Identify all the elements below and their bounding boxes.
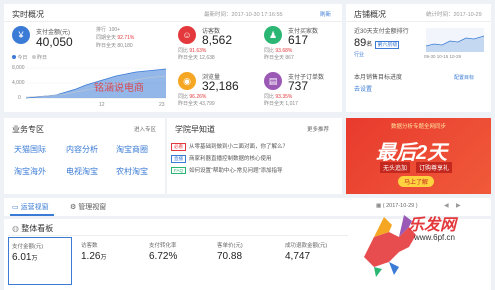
- active-tab-indicator: [10, 214, 54, 216]
- business-taobao-overseas[interactable]: 淘宝海外: [14, 166, 46, 177]
- buyers-r2: 昨日全天 867: [264, 55, 294, 61]
- date-prev-button[interactable]: ◀: [444, 202, 449, 209]
- pay-amount-all-day: 昨日全天 80,180: [96, 43, 133, 49]
- pay-amount-value: 40,050: [36, 35, 73, 49]
- metric-visitors[interactable]: 访客数 1.26万: [78, 237, 142, 285]
- business-title: 业务专区: [12, 125, 44, 134]
- eye-icon: ◉: [178, 72, 196, 90]
- sales-setup-link[interactable]: 去设置: [354, 86, 372, 94]
- orders-value: 737: [288, 79, 309, 93]
- info-icon: ◍: [12, 224, 19, 233]
- date-next-button[interactable]: ▶: [456, 202, 461, 209]
- overview-card: ◍ 整体看板 支付金额(元) 6.01万 访客数 1.26万 支付转化率 6.7…: [4, 215, 491, 290]
- rank-trend-chart: [426, 28, 484, 52]
- rank-title: 近30天支付金额排行: [354, 29, 409, 35]
- monitor-icon: ▭: [12, 204, 19, 211]
- rank-range: 09-30 10-15 10-29: [424, 54, 462, 59]
- chart-tick-23: 23: [159, 102, 165, 108]
- divider: [8, 235, 348, 236]
- tab-service-view[interactable]: ⚙ 管理视窗: [70, 202, 106, 212]
- tab-ops-view[interactable]: ▭ 运营视窗: [12, 202, 49, 212]
- learn-item-live[interactable]: 直播 商家利器直播控制数据的核心使用: [171, 154, 272, 163]
- sales-title: 本月销售目标进度: [354, 75, 403, 81]
- business-card: 业务专区 进入专区 天猫国际 内容分析 淘宝商圈 淘宝海外 电视淘宝 农村淘宝: [4, 118, 165, 194]
- business-taobao-district[interactable]: 淘宝商圈: [116, 144, 148, 155]
- realtime-card: 实时概况 最新时间：2017-10-30 17:16:55 刷新 ¥ 支付金额(…: [4, 4, 342, 112]
- chart-tick-0: 0: [18, 95, 21, 101]
- legend-today-dot: [12, 55, 16, 59]
- shop-title: 店铺概况: [354, 10, 386, 19]
- pageviews-value: 32,186: [202, 79, 239, 93]
- learn-more-link[interactable]: 更多推荐: [307, 125, 329, 133]
- business-content-analysis[interactable]: 内容分析: [66, 144, 98, 155]
- chart-tick-12: 12: [99, 102, 105, 108]
- sales-config-link[interactable]: 配置目标: [454, 74, 474, 82]
- pageviews-r2: 昨日全天 43,799: [178, 101, 215, 107]
- banner-main-text: 最后2天: [376, 142, 448, 164]
- metric-conversion[interactable]: 支付转化率 6.72%: [146, 237, 210, 285]
- learn-card: 学院早知道 更多推荐 必看 从零基础到做到小二面对面，你了解么？ 直播 商家利器直播…: [167, 118, 342, 194]
- divider: [346, 21, 491, 22]
- buyer-icon: ♟: [264, 26, 282, 44]
- rank-value: 89名 第六层级: [354, 37, 400, 49]
- buyers-value: 617: [288, 33, 309, 47]
- watermark-text: 铭涵说电商: [94, 83, 144, 94]
- visitors-value: 8,562: [202, 33, 233, 47]
- business-tmall-global[interactable]: 天猫国际: [14, 144, 46, 155]
- divider: [4, 21, 342, 22]
- banner-sub2: 订购尊享礼: [416, 162, 453, 173]
- rank-industry-link[interactable]: 行业: [354, 51, 364, 59]
- chart-legend: 今日 昨日: [12, 54, 47, 62]
- business-tv-taobao[interactable]: 电视淘宝: [66, 166, 98, 177]
- overview-title: ◍ 整体看板: [12, 224, 54, 233]
- chart-tick-4000: 4,000: [12, 80, 25, 86]
- shop-card: 店铺概况 统计时间：2017-10-29 近30天支付金额排行 89名 第六层级…: [346, 4, 491, 112]
- banner-sub1: 无头追加: [380, 162, 411, 173]
- visitors-r2: 昨日全天 12,638: [178, 55, 215, 61]
- metric-pay-amount[interactable]: 支付金额(元) 6.01万: [8, 237, 72, 285]
- settings-icon: ⚙: [70, 204, 77, 211]
- shop-update-time: 统计时间：2017-10-29: [426, 12, 482, 18]
- pay-amount-rank: 排行 100+: [96, 27, 121, 33]
- learn-item-must-see[interactable]: 必看 从零基础到做到小二面对面，你了解么？: [171, 142, 288, 151]
- realtime-title: 实时概况: [12, 10, 44, 19]
- banner-top-text: 数据分析专题全网同步: [390, 124, 446, 130]
- site-brand-url: www.6pf.cn: [414, 233, 455, 242]
- order-icon: ▤: [264, 72, 282, 90]
- promo-banner[interactable]: 数据分析专题全网同步 最后2天 无头追加 订购尊享礼 马上了解: [346, 118, 491, 194]
- business-more-link[interactable]: 进入专区: [134, 125, 156, 133]
- legend-yesterday-dot: [31, 55, 36, 59]
- chart-tick-8000: 8,000: [12, 65, 25, 71]
- pay-amount-ratio: 同期全天 92.71%: [96, 35, 135, 41]
- site-brand-name: 乐发网: [408, 217, 457, 234]
- learn-title: 学院早知道: [175, 125, 215, 134]
- visitor-icon: ☺: [178, 26, 196, 44]
- metric-refund[interactable]: 成功退款金额(元) 4,747: [282, 237, 346, 285]
- banner-cta-button[interactable]: 马上了解: [398, 176, 435, 187]
- realtime-update-time: 最新时间：2017-10-30 17:16:55: [204, 12, 283, 18]
- orders-r2: 昨日全天 1,017: [264, 101, 298, 107]
- realtime-refresh-link[interactable]: 刷新: [320, 10, 331, 18]
- metric-avg-order[interactable]: 客单价(元) 70.88: [214, 237, 278, 285]
- yen-icon: ¥: [12, 26, 30, 44]
- learn-item-faq[interactable]: FAQ 如何设置“帮助中心-常见问题”添加指导: [171, 166, 283, 174]
- business-rural-taobao[interactable]: 农村淘宝: [116, 166, 148, 177]
